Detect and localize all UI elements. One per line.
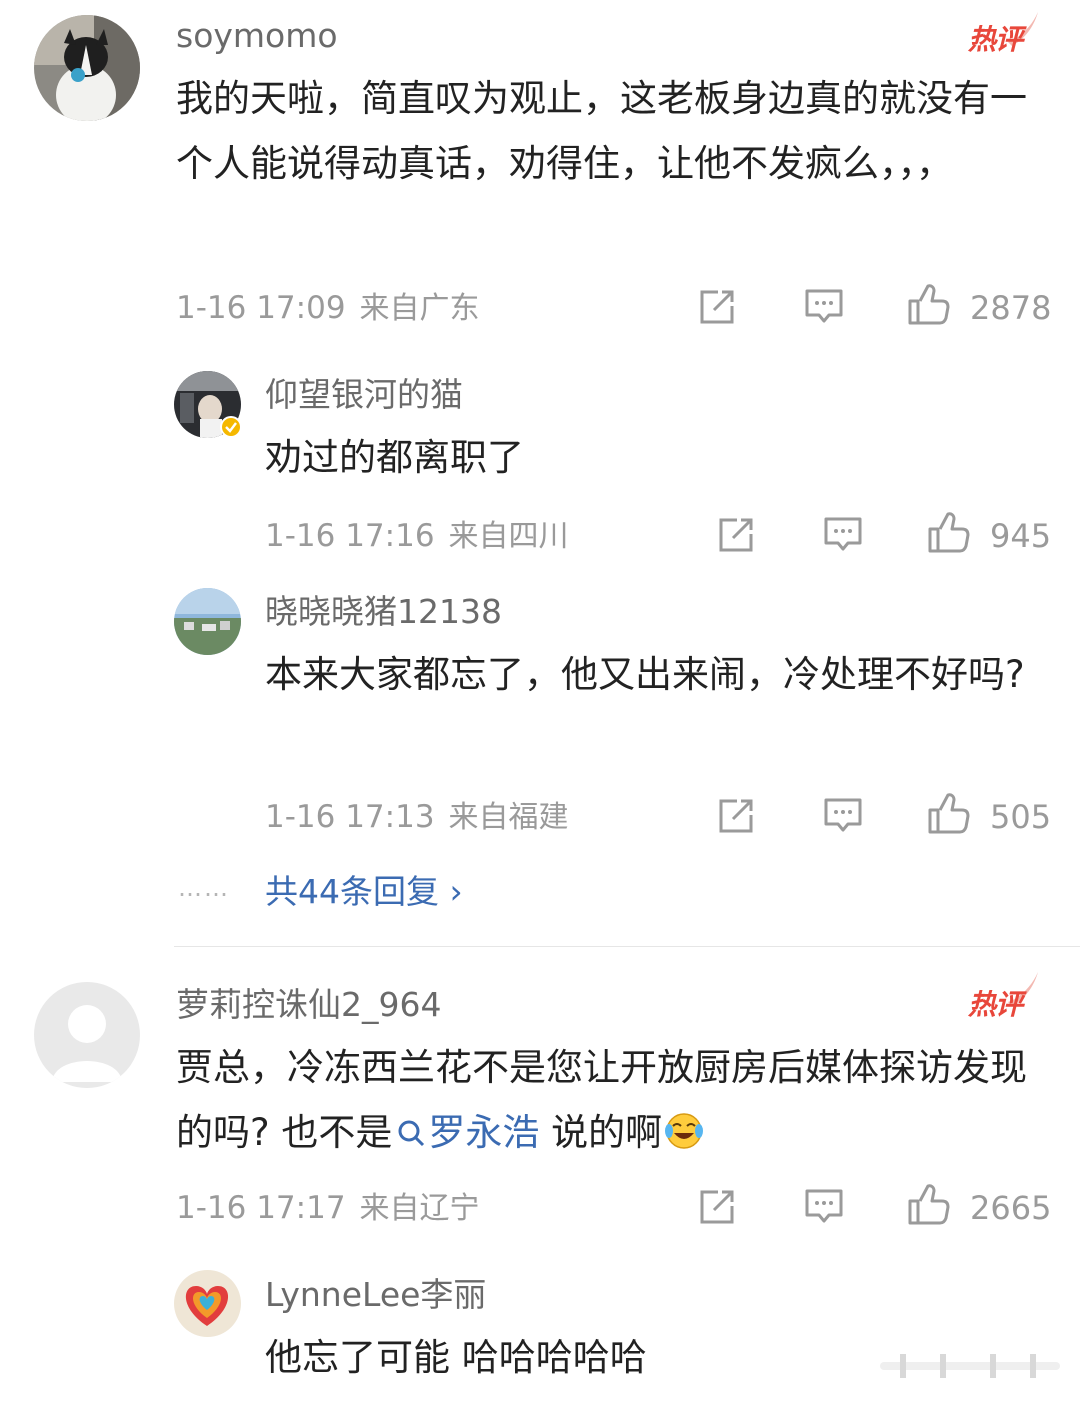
- cry-laugh-emoji: [665, 1113, 704, 1149]
- comment-username[interactable]: soymomo: [176, 16, 338, 56]
- share-icon[interactable]: [696, 288, 738, 326]
- mention-link[interactable]: 罗永浩: [392, 1111, 539, 1154]
- comment-icon[interactable]: [822, 515, 864, 555]
- reply-username[interactable]: LynneLee李丽: [265, 1275, 486, 1315]
- like-count: 505: [990, 798, 1052, 836]
- scroll-indicator: [880, 1354, 1060, 1378]
- view-all-replies-link[interactable]: 共44条回复 ›: [265, 872, 463, 912]
- comment-text: 贾总，冷冻西兰花不是您让开放厨房后媒体探访发现的吗? 也不是 罗永浩 说的啊: [176, 1035, 1036, 1165]
- comment-icon[interactable]: [803, 1187, 845, 1227]
- reply-time: 1-16 17:13: [265, 799, 435, 835]
- comment-time: 1-16 17:09: [176, 290, 346, 326]
- comment-icon[interactable]: [803, 287, 845, 327]
- comment-location: 来自辽宁: [359, 1191, 480, 1226]
- reply-username[interactable]: 仰望银河的猫: [265, 375, 463, 415]
- like-count: 2665: [970, 1189, 1052, 1227]
- comment-icon[interactable]: [822, 796, 864, 836]
- thumbs-up-icon[interactable]: [906, 1183, 950, 1227]
- thumbs-up-icon[interactable]: [926, 511, 970, 555]
- reply-text: 本来大家都忘了，他又出来闹，冷处理不好吗?: [265, 653, 1025, 696]
- comment-username[interactable]: 萝莉控诛仙2_964: [176, 985, 441, 1025]
- reply-location: 来自福建: [448, 800, 569, 835]
- comment-time: 1-16 17:17: [176, 1190, 346, 1226]
- thumbs-up-icon[interactable]: [906, 283, 950, 327]
- reply-location: 来自四川: [448, 519, 569, 554]
- comment-divider: [174, 946, 1080, 947]
- share-icon[interactable]: [715, 516, 757, 554]
- more-replies-dots: ……: [178, 874, 230, 902]
- avatar-dog[interactable]: [34, 15, 140, 121]
- hot-comment-badge: 热评: [968, 988, 1023, 1021]
- search-icon: [398, 1120, 425, 1147]
- thumbs-up-icon[interactable]: [926, 792, 970, 836]
- reply-meta: 1-16 17:13 来自福建: [265, 797, 569, 838]
- comment-meta: 1-16 17:09 来自广东: [176, 288, 480, 329]
- mention-link-text[interactable]: 罗永浩: [428, 1111, 539, 1154]
- share-icon[interactable]: [715, 797, 757, 835]
- verified-badge-icon: [220, 416, 242, 438]
- comment-meta: 1-16 17:17 来自辽宁: [176, 1188, 480, 1229]
- reply-meta: 1-16 17:16 来自四川: [265, 516, 569, 557]
- avatar-reply[interactable]: [174, 588, 241, 655]
- reply-text: 他忘了可能 哈哈哈哈哈: [265, 1336, 647, 1379]
- reply-time: 1-16 17:16: [265, 518, 435, 554]
- hot-comment-badge: 热评: [968, 23, 1023, 56]
- comment-location: 来自广东: [359, 291, 480, 326]
- comment-text-after: 说的啊: [539, 1111, 663, 1154]
- like-count: 2878: [970, 289, 1052, 327]
- reply-text: 劝过的都离职了: [265, 436, 524, 479]
- avatar-default[interactable]: [34, 982, 140, 1088]
- like-count: 945: [990, 517, 1052, 555]
- reply-username[interactable]: 晓晓晓猪12138: [265, 592, 502, 632]
- avatar-reply[interactable]: [174, 1270, 241, 1337]
- share-icon[interactable]: [696, 1188, 738, 1226]
- comment-text: 我的天啦，简直叹为观止，这老板身边真的就没有一个人能说得动真话，劝得住，让他不发…: [176, 77, 1027, 185]
